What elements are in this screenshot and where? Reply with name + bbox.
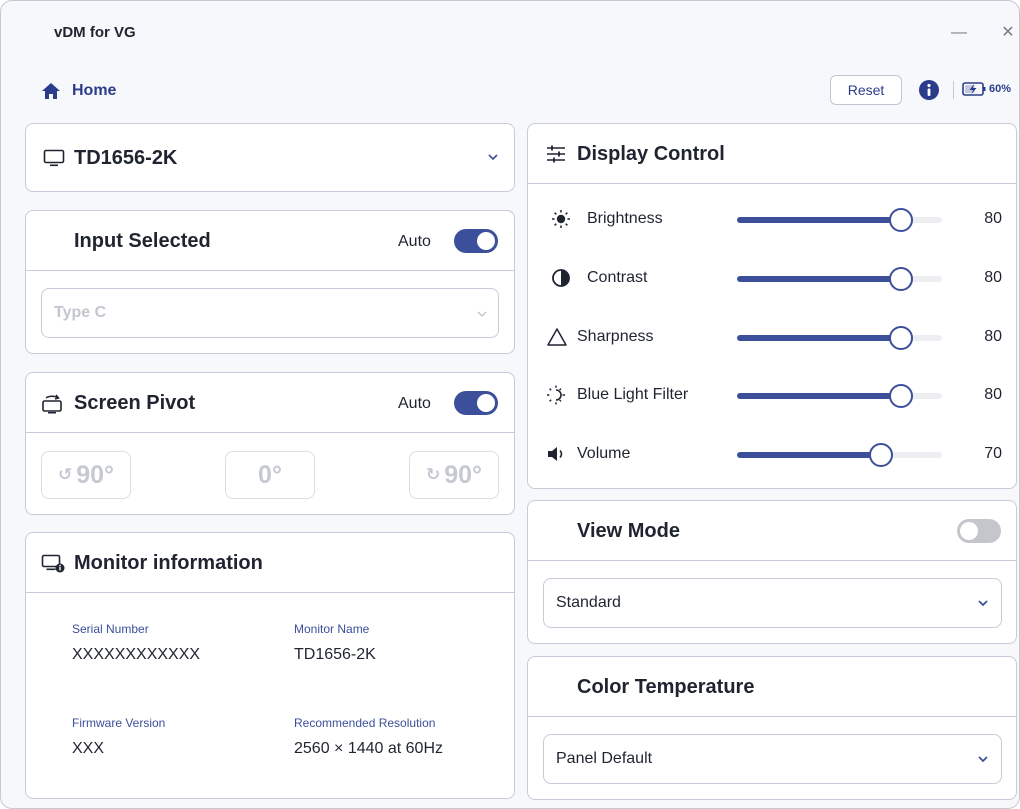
battery-status: 60% bbox=[962, 81, 1011, 97]
battery-percent: 60% bbox=[989, 83, 1012, 95]
monitor-name-label: Monitor Name bbox=[294, 622, 370, 636]
firmware-version-value: XXX bbox=[72, 740, 105, 757]
info-icon[interactable] bbox=[919, 80, 939, 100]
monitor-selector-value: TD1656-2K bbox=[74, 147, 178, 169]
volume-slider[interactable] bbox=[737, 443, 942, 467]
blue-light-filter-slider[interactable] bbox=[737, 384, 942, 408]
screen-pivot-icon bbox=[42, 394, 62, 414]
color-temperature-title: Color Temperature bbox=[577, 676, 755, 698]
sliders-icon bbox=[547, 145, 565, 163]
monitor-info-icon bbox=[41, 554, 65, 573]
input-source-value: Type C bbox=[54, 304, 107, 321]
contrast-slider[interactable] bbox=[737, 267, 942, 291]
brightness-slider-handle[interactable] bbox=[889, 208, 913, 232]
monitor-selector[interactable]: TD1656-2K bbox=[25, 123, 515, 192]
chevron-down-icon bbox=[978, 600, 988, 607]
monitor-icon bbox=[43, 149, 65, 167]
input-selected-title: Input Selected bbox=[74, 230, 211, 252]
color-temperature-panel: Color Temperature Panel Default bbox=[527, 656, 1017, 800]
home-icon bbox=[42, 83, 60, 99]
app-title: vDM for VG bbox=[54, 24, 136, 41]
close-button[interactable]: ✕ bbox=[999, 23, 1017, 43]
brightness-row: Brightness 80 bbox=[528, 204, 1018, 234]
sharpness-slider-handle[interactable] bbox=[889, 326, 913, 350]
color-temperature-dropdown[interactable]: Panel Default bbox=[543, 734, 1002, 784]
screen-pivot-panel: Screen Pivot Auto ↺ 90° 0° ↻ 90° bbox=[25, 372, 515, 515]
pivot-auto-label: Auto bbox=[398, 395, 431, 412]
blue-light-filter-row: Blue Light Filter 80 bbox=[528, 380, 1018, 410]
reset-button[interactable]: Reset bbox=[830, 75, 902, 105]
sharpness-label: Sharpness bbox=[577, 328, 654, 345]
sharpness-value: 80 bbox=[984, 328, 1002, 345]
sharpness-row: Sharpness 80 bbox=[528, 322, 1018, 352]
title-bar: vDM for VG — ✕ bbox=[1, 1, 1019, 63]
rotate-cw-90-label: 90° bbox=[444, 460, 483, 489]
input-auto-label: Auto bbox=[398, 233, 431, 250]
home-label: Home bbox=[72, 82, 117, 99]
blue-light-filter-value: 80 bbox=[984, 386, 1002, 403]
brightness-slider[interactable] bbox=[737, 208, 942, 232]
view-mode-toggle[interactable] bbox=[957, 519, 1001, 543]
view-mode-value: Standard bbox=[556, 594, 621, 611]
view-mode-title: View Mode bbox=[577, 520, 680, 542]
display-control-panel: Display Control Brightness 80 Contrast 8… bbox=[527, 123, 1017, 489]
chevron-down-icon bbox=[477, 311, 487, 317]
input-source-dropdown[interactable]: Type C bbox=[41, 288, 499, 338]
pivot-divider bbox=[26, 432, 514, 433]
rotate-0-button[interactable]: 0° bbox=[225, 451, 315, 499]
rotate-ccw-90-button[interactable]: ↺ 90° bbox=[41, 451, 131, 499]
screen-pivot-title: Screen Pivot bbox=[74, 392, 196, 414]
view-mode-panel: View Mode Standard bbox=[527, 500, 1017, 644]
home-link[interactable]: Home bbox=[41, 79, 116, 103]
input-auto-toggle[interactable] bbox=[454, 229, 498, 253]
color-temperature-value: Panel Default bbox=[556, 750, 653, 767]
contrast-slider-handle[interactable] bbox=[889, 267, 913, 291]
chevron-down-icon bbox=[978, 756, 988, 763]
blue-light-icon bbox=[547, 385, 565, 405]
blue-light-filter-slider-handle[interactable] bbox=[889, 384, 913, 408]
brightness-label: Brightness bbox=[587, 210, 663, 227]
contrast-row: Contrast 80 bbox=[528, 263, 1018, 293]
display-control-divider bbox=[528, 183, 1016, 184]
monitor-info-title: Monitor information bbox=[74, 552, 263, 574]
recommended-resolution-label: Recommended Resolution bbox=[294, 716, 436, 730]
volume-row: Volume 70 bbox=[528, 439, 1018, 469]
recommended-resolution-value: 2560 × 1440 at 60Hz bbox=[294, 740, 444, 757]
contrast-icon bbox=[552, 269, 570, 287]
app-window: vDM for VG — ✕ Home Reset 60% TD1656-2K … bbox=[0, 0, 1020, 809]
monitor-name-value: TD1656-2K bbox=[294, 646, 376, 663]
battery-charging-icon bbox=[962, 82, 986, 96]
brightness-value: 80 bbox=[984, 210, 1002, 227]
monitor-info-divider bbox=[26, 592, 514, 593]
rotate-ccw-icon: ↺ bbox=[57, 465, 73, 484]
rotate-ccw-90-label: 90° bbox=[76, 460, 115, 489]
firmware-version-label: Firmware Version bbox=[72, 716, 166, 730]
view-mode-dropdown[interactable]: Standard bbox=[543, 578, 1002, 628]
sun-icon bbox=[552, 210, 570, 228]
input-divider bbox=[26, 270, 514, 271]
serial-number-label: Serial Number bbox=[72, 622, 149, 636]
minimize-button[interactable]: — bbox=[951, 23, 967, 43]
blue-light-filter-label: Blue Light Filter bbox=[577, 386, 689, 403]
display-control-title: Display Control bbox=[577, 143, 725, 165]
chevron-down-icon bbox=[488, 154, 498, 161]
pivot-auto-toggle[interactable] bbox=[454, 391, 498, 415]
contrast-label: Contrast bbox=[587, 269, 648, 286]
color-temperature-divider bbox=[528, 716, 1016, 717]
volume-label: Volume bbox=[577, 445, 631, 462]
input-selected-panel: Input Selected Auto Type C bbox=[25, 210, 515, 354]
view-mode-divider bbox=[528, 560, 1016, 561]
contrast-value: 80 bbox=[984, 269, 1002, 286]
sharpness-slider[interactable] bbox=[737, 326, 942, 350]
serial-number-value: XXXXXXXXXXXX bbox=[72, 646, 201, 663]
volume-value: 70 bbox=[984, 445, 1002, 462]
monitor-info-panel: Monitor information Serial Number XXXXXX… bbox=[25, 532, 515, 799]
triangle-icon bbox=[547, 328, 567, 346]
volume-slider-handle[interactable] bbox=[868, 443, 893, 467]
speaker-icon bbox=[548, 447, 563, 461]
rotate-0-label: 0° bbox=[258, 460, 282, 489]
toolbar-separator bbox=[953, 81, 954, 99]
rotate-cw-90-button[interactable]: ↻ 90° bbox=[409, 451, 499, 499]
rotate-cw-icon: ↻ bbox=[425, 465, 441, 484]
